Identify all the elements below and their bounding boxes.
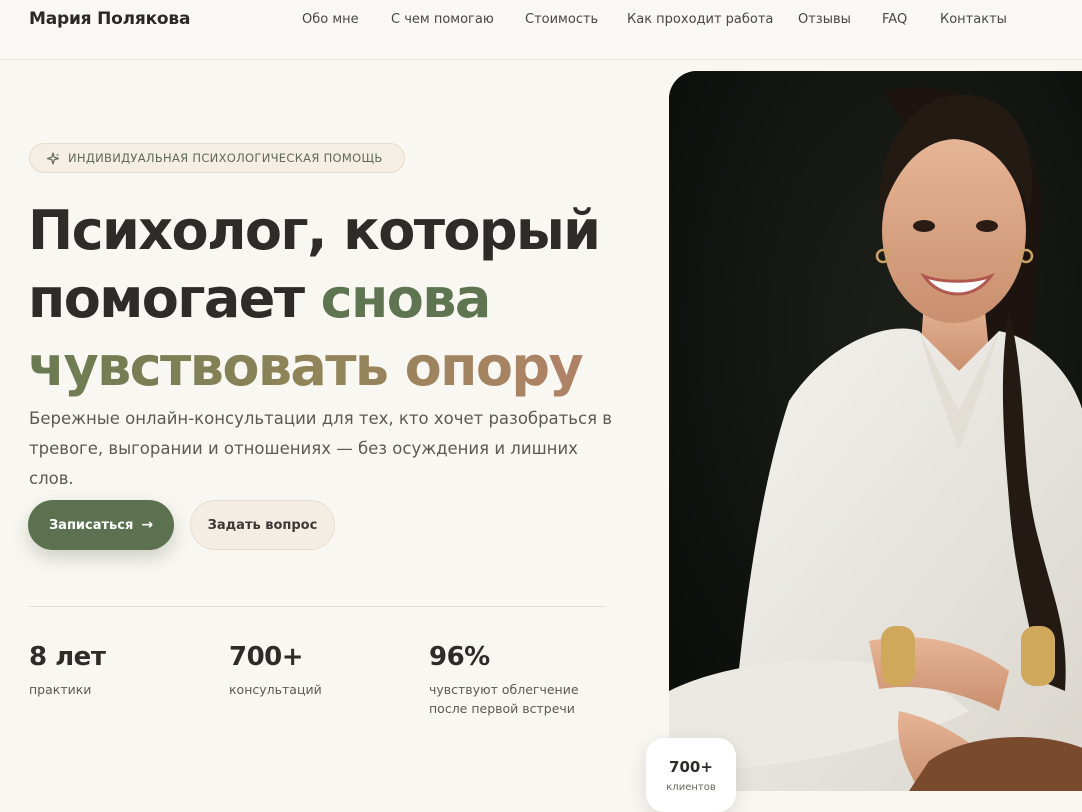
stat-value: 96%: [429, 642, 490, 672]
service-badge: ИНДИВИДУАЛЬНАЯ ПСИХОЛОГИЧЕСКАЯ ПОМОЩЬ: [29, 143, 405, 173]
clients-count: 700+: [669, 758, 713, 776]
title-line-1: Психолог, который: [28, 199, 601, 262]
book-button-label: Записаться: [48, 517, 134, 533]
nav-link-price[interactable]: Стоимость: [525, 12, 598, 27]
nav-link-contacts[interactable]: Контакты: [940, 12, 1007, 27]
nav-link-process[interactable]: Как проходит работа: [627, 12, 773, 27]
stat-label: практики: [29, 682, 92, 697]
badge-label: ИНДИВИДУАЛЬНАЯ ПСИХОЛОГИЧЕСКАЯ ПОМОЩЬ: [68, 151, 383, 165]
ask-button-label: Задать вопрос: [207, 517, 318, 533]
nav-link-faq[interactable]: FAQ: [882, 12, 907, 27]
nav-link-reviews[interactable]: Отзывы: [798, 12, 851, 27]
clients-label: клиентов: [666, 782, 716, 793]
sparkle-icon: [46, 151, 60, 165]
stat-value: 8 лет: [29, 642, 106, 672]
stat-experience: 8 лет практики: [29, 642, 209, 699]
stat-label: консультаций: [229, 682, 322, 697]
clients-card: 700+ клиентов: [646, 738, 736, 812]
title-line-2: помогает снова: [28, 265, 648, 333]
book-session-button[interactable]: Записаться →: [28, 500, 174, 550]
title-line-2-start: помогает: [28, 267, 321, 330]
arrow-right-icon: →: [141, 517, 154, 533]
title-accent-word: снова: [320, 267, 492, 330]
stat-value: 700+: [229, 642, 304, 672]
nav-link-help[interactable]: С чем помогаю: [391, 12, 494, 27]
stats-divider: [29, 606, 605, 607]
site-header: Мария Полякова Обо мне С чем помогаю Сто…: [0, 0, 1082, 60]
psychologist-photo: [669, 71, 1082, 791]
stat-relief: 96% чувствуют облегчение после первой вс…: [429, 642, 589, 718]
title-line-3: чувствовать опору: [28, 333, 648, 401]
nav-link-about[interactable]: Обо мне: [302, 12, 359, 27]
stat-label: чувствуют облегчение после первой встреч…: [429, 682, 579, 716]
ask-question-button[interactable]: Задать вопрос: [190, 500, 335, 550]
hero-subtitle: Бережные онлайн-консультации для тех, кт…: [29, 409, 612, 488]
brand-logo[interactable]: Мария Полякова: [29, 9, 190, 29]
stat-consultations: 700+ консультаций: [229, 642, 409, 699]
hero-title: Психолог, который помогает снова чувство…: [28, 197, 648, 401]
